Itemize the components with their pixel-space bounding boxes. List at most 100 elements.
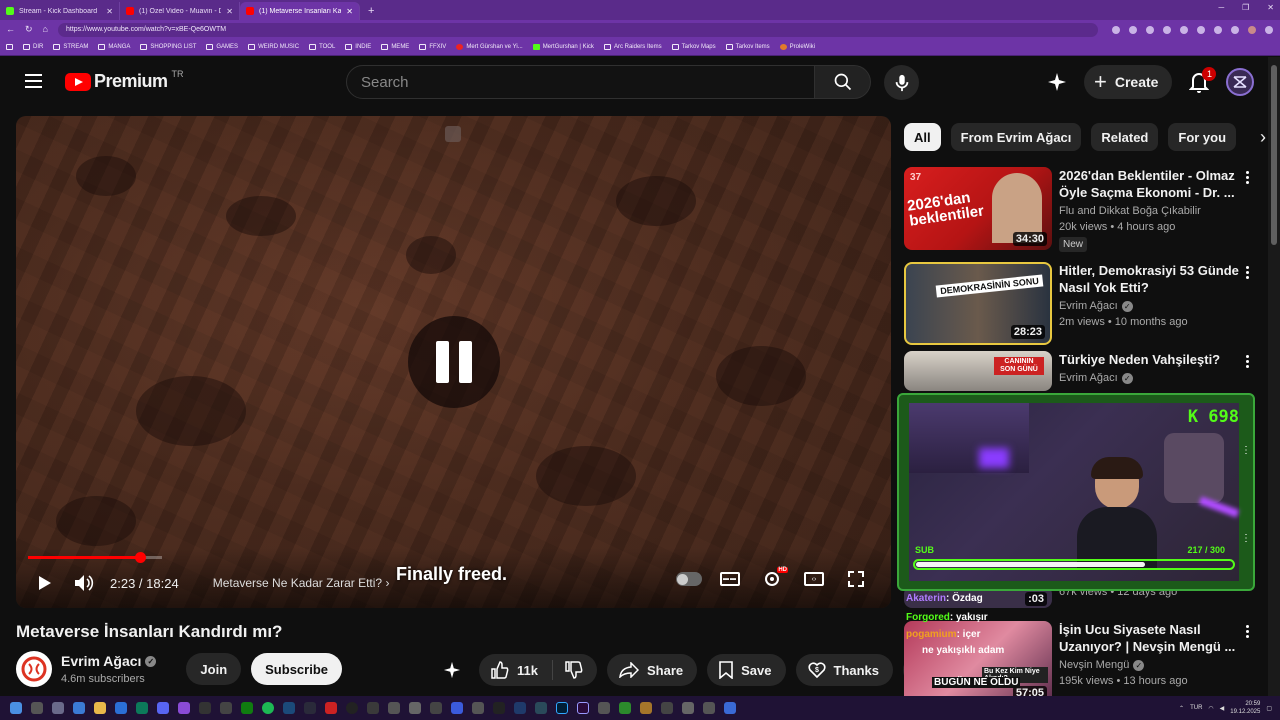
bookmark-meme[interactable]: MEME (381, 44, 409, 50)
video-title-link[interactable]: Türkiye Neden Vahşileşti? (1059, 351, 1239, 368)
account-avatar[interactable] (1226, 68, 1255, 96)
app-icon[interactable] (724, 702, 736, 714)
save-button[interactable]: Save (707, 654, 786, 686)
progress-bar[interactable] (28, 552, 162, 563)
close-window-icon[interactable]: ✕ (1267, 3, 1274, 12)
audition-icon[interactable] (535, 702, 547, 714)
channel-name[interactable]: Flu and Dikkat Boğa Çıkabilir (1059, 205, 1239, 217)
extension-icon[interactable] (1111, 25, 1120, 34)
browser-icon[interactable] (178, 702, 190, 714)
scrollbar-thumb[interactable] (1271, 65, 1277, 245)
chip-from-channel[interactable]: From Evrim Ağacı (950, 123, 1082, 151)
wifi-icon[interactable]: ◠ (1208, 705, 1213, 712)
obs-icon[interactable] (346, 702, 358, 714)
channel-name-link[interactable]: Evrim Ağacı ✓ (1059, 300, 1239, 312)
photoshop-icon[interactable] (556, 702, 568, 714)
app-icon[interactable] (619, 702, 631, 714)
like-button[interactable]: 11k (479, 660, 553, 680)
bookmark-games[interactable]: GAMES (206, 44, 238, 50)
browser-tab-youtube-1[interactable]: (1) Özel Video - Muavin - Dinleme ✕ (120, 2, 240, 20)
miniplayer-button[interactable]: ‹› (804, 572, 824, 586)
search-button[interactable] (815, 65, 871, 99)
thanks-button[interactable]: $ Thanks (795, 654, 894, 686)
bookmark-tool[interactable]: TOOL (309, 44, 335, 50)
extension-icon[interactable] (1162, 25, 1171, 34)
app-icon[interactable] (430, 702, 442, 714)
bookmark-indie[interactable]: INDIE (345, 44, 371, 50)
app-icon[interactable] (115, 702, 127, 714)
notifications-tray-icon[interactable]: ▢ (1266, 705, 1272, 712)
channel-name-link[interactable]: Evrim Ağacı ✓ (61, 653, 157, 669)
browser-tab-youtube-active[interactable]: (1) Metaverse İnsanları Kandır ✕ (240, 2, 360, 20)
app-icon[interactable] (661, 702, 673, 714)
app-icon[interactable] (451, 702, 463, 714)
create-button[interactable]: + Create (1084, 65, 1173, 99)
more-vert-icon[interactable] (1246, 171, 1250, 184)
youtube-premium-logo[interactable]: Premium TR (65, 69, 184, 92)
pause-overlay-button[interactable] (408, 316, 500, 408)
menu-icon[interactable] (1264, 25, 1273, 34)
app-icon[interactable] (682, 702, 694, 714)
extension-icon[interactable] (1230, 25, 1239, 34)
video-thumbnail[interactable]: DEMOKRASİNİN SONU 28:23 (904, 262, 1052, 345)
bookmark-stream[interactable]: STREAM (53, 44, 88, 50)
discord-icon[interactable] (157, 702, 169, 714)
captions-button[interactable]: ▬▬ (720, 572, 740, 586)
maximize-icon[interactable]: ❐ (1242, 3, 1249, 12)
app-icon[interactable] (388, 702, 400, 714)
windows-start-icon[interactable] (10, 702, 22, 714)
extension-icon[interactable] (1213, 25, 1222, 34)
search-input[interactable] (346, 65, 815, 99)
ask-gemini-button[interactable] (435, 653, 469, 687)
app-icon[interactable] (325, 702, 337, 714)
bookmark-prolewiki[interactable]: ProleWiki (779, 44, 815, 50)
gemini-button[interactable] (1040, 65, 1074, 99)
overlay-kebab-icon-2[interactable]: ⋮ (1241, 533, 1251, 544)
join-button[interactable]: Join (186, 653, 242, 685)
app-icon[interactable] (136, 702, 148, 714)
bookmark-arc-raiders[interactable]: Arc Raiders Items (603, 44, 662, 50)
bookmark-tarkov-items[interactable]: Tarkov Items (725, 44, 770, 50)
bookmark-dir[interactable]: DIR (23, 44, 43, 50)
bookmark-ffxiv[interactable]: FFXIV (419, 44, 446, 50)
app-icon[interactable] (472, 702, 484, 714)
channel-avatar[interactable] (16, 651, 52, 687)
chip-related[interactable]: Related (1091, 123, 1159, 151)
chips-next-arrow-icon[interactable]: › (1260, 127, 1266, 148)
reload-icon[interactable]: ↻ (25, 24, 33, 35)
back-icon[interactable]: ← (6, 24, 15, 35)
browser-tab-kick[interactable]: Stream - Kick Dashboard ✕ (0, 2, 120, 20)
tray-expand-icon[interactable]: ⌃ (1179, 705, 1184, 712)
extension-icon[interactable] (1196, 25, 1205, 34)
dislike-button[interactable] (553, 661, 597, 679)
recommended-video[interactable]: DEMOKRASİNİN SONU 28:23 Hitler, Demokras… (904, 262, 1264, 345)
channel-name-link[interactable]: Nevşin Mengü ✓ (1059, 659, 1239, 671)
spotify-icon[interactable] (262, 702, 274, 714)
voice-search-button[interactable] (884, 65, 919, 100)
more-vert-icon[interactable] (1246, 625, 1250, 638)
bookmark-mert-gurshan-yt[interactable]: Mert Gürshan ve Yi... (456, 44, 523, 50)
close-tab-icon[interactable]: ✕ (226, 7, 233, 16)
app-icon[interactable] (220, 702, 232, 714)
bookmark-mertgurshan-kick[interactable]: MertGurshan | Kick (532, 44, 594, 50)
extension-icon[interactable] (1179, 25, 1188, 34)
hamburger-menu-icon[interactable] (25, 74, 42, 88)
recommended-video[interactable]: CANININ SON GÜNÜ Türkiye Neden Vahşileşt… (904, 351, 1264, 391)
app-icon[interactable] (514, 702, 526, 714)
chip-for-you[interactable]: For you (1168, 123, 1237, 151)
app-icon[interactable] (367, 702, 379, 714)
app-icon[interactable] (304, 702, 316, 714)
video-thumbnail[interactable]: CANININ SON GÜNÜ (904, 351, 1052, 391)
notifications-button[interactable]: 1 (1182, 65, 1217, 99)
progress-scrubber-handle[interactable] (135, 552, 147, 563)
video-title-link[interactable]: Hitler, Demokrasiyi 53 Günde Nasıl Yok E… (1059, 262, 1239, 296)
bookmark-tarkov-maps[interactable]: Tarkov Maps (671, 44, 716, 50)
minimize-icon[interactable]: ─ (1218, 3, 1224, 12)
url-input[interactable]: https://www.youtube.com/watch?v=xBE-Qe6O… (57, 22, 1098, 37)
chapter-title[interactable]: Metaverse Ne Kadar Zarar Etti? › (213, 576, 390, 590)
more-vert-icon[interactable] (1246, 266, 1250, 279)
language-indicator[interactable]: TUR (1190, 705, 1202, 711)
clock[interactable]: 20:59 19.12.2025 (1230, 700, 1260, 716)
extension-icon[interactable] (1128, 25, 1137, 34)
speaker-icon[interactable]: ◀ (1220, 705, 1225, 712)
